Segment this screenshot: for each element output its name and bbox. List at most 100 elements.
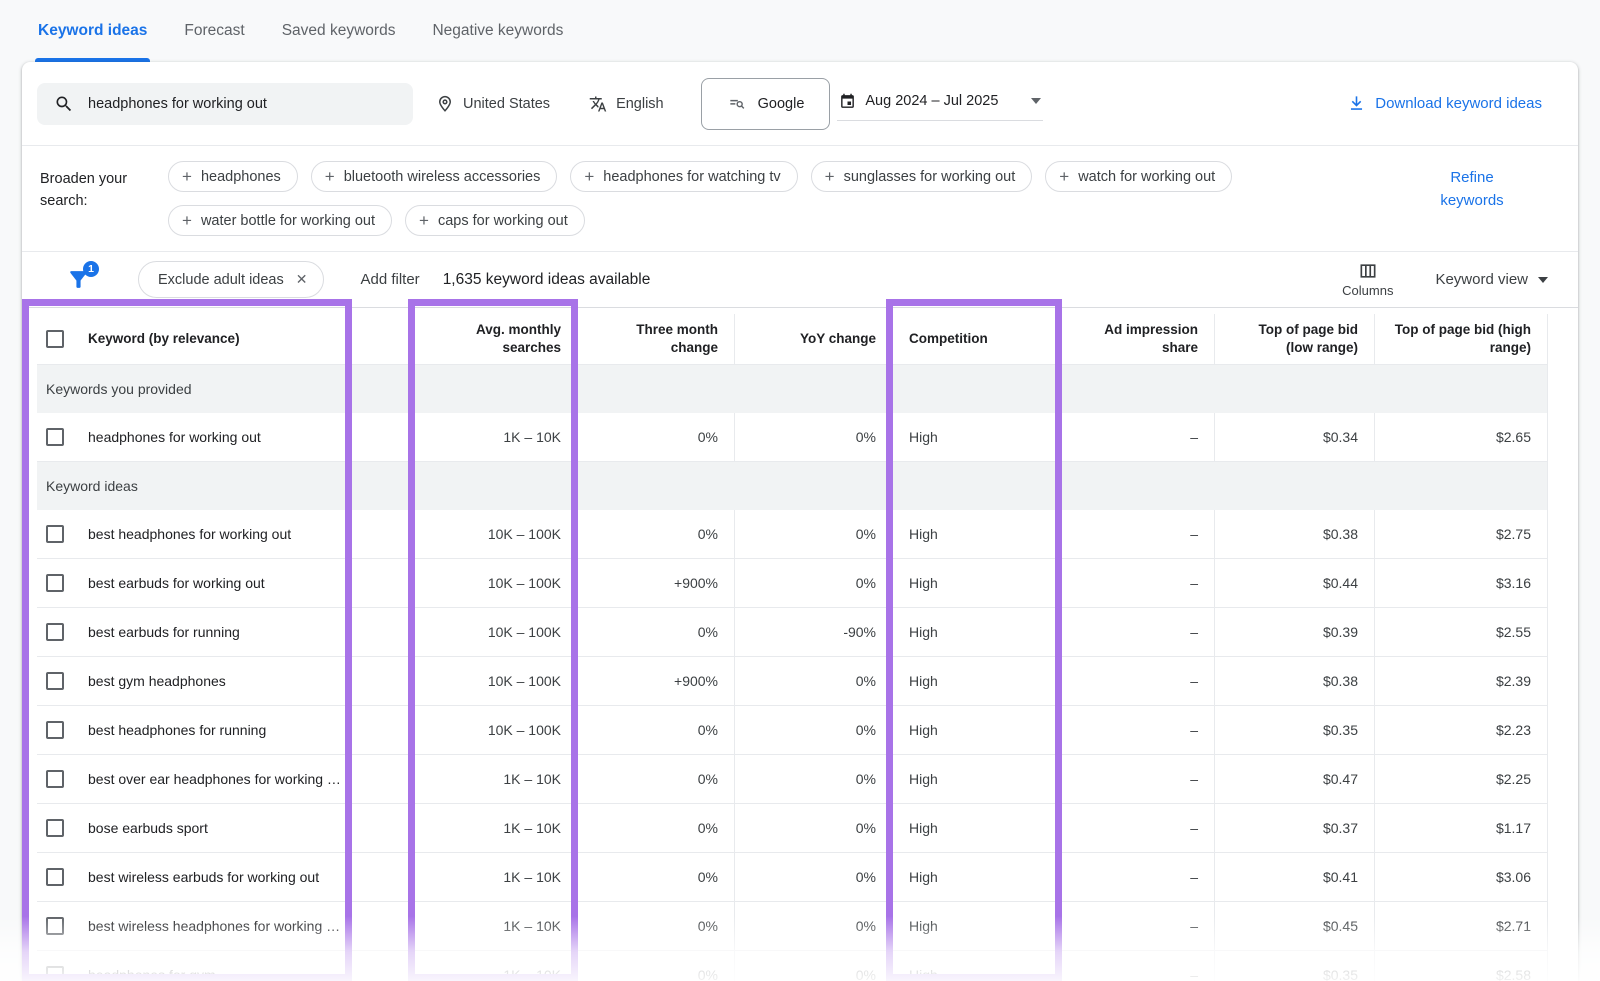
add-filter-button[interactable]: Add filter (360, 271, 419, 288)
cell-value: 0% (856, 869, 876, 885)
row-checkbox[interactable] (46, 721, 64, 739)
filter-bar: 1 Exclude adult ideas ✕ Add filter 1,635… (22, 252, 1578, 308)
table-row[interactable]: headphones for working out1K – 10K0%0%Hi… (37, 413, 1548, 462)
broaden-chip[interactable]: +headphones (168, 161, 298, 192)
network-selector[interactable]: Google (701, 78, 831, 130)
row-checkbox[interactable] (46, 819, 64, 837)
cell-value: – (1190, 526, 1198, 542)
section-row: Keyword ideas (37, 462, 1548, 510)
table-row[interactable]: best headphones for working out10K – 100… (37, 510, 1548, 559)
header-spacer (347, 314, 410, 364)
ad-impression-share-cell: – (1060, 804, 1215, 852)
section-row: Keywords you provided (37, 365, 1548, 413)
cell-value: – (1190, 771, 1198, 787)
table-row[interactable]: bose earbuds sport1K – 10K0%0%High–$0.37… (37, 804, 1548, 853)
cell-value: 1K – 10K (503, 967, 561, 981)
ad-impression-share-cell: – (1060, 853, 1215, 901)
remove-filter-icon[interactable]: ✕ (296, 271, 308, 288)
view-selector[interactable]: Keyword view (1435, 271, 1548, 288)
three-month-change-cell: 0% (578, 706, 735, 754)
language-selector[interactable]: English (589, 95, 664, 113)
tab-keyword-ideas[interactable]: Keyword ideas (38, 0, 147, 62)
broaden-chip[interactable]: +headphones for watching tv (570, 161, 797, 192)
cell-value: 0% (698, 429, 718, 445)
cell-value: 10K – 100K (488, 722, 561, 738)
row-checkbox[interactable] (46, 966, 64, 981)
header-ad-impression-share[interactable]: Ad impression share (1060, 314, 1215, 364)
keyword-text: best headphones for running (88, 722, 266, 738)
table-row[interactable]: best gym headphones10K – 100K+900%0%High… (37, 657, 1548, 706)
location-selector[interactable]: United States (436, 95, 550, 113)
cell-value: 10K – 100K (488, 673, 561, 689)
row-checkbox[interactable] (46, 428, 64, 446)
plus-icon: + (182, 212, 192, 229)
cell-value: 0% (856, 526, 876, 542)
avg-monthly-searches-cell: 10K – 100K (410, 706, 578, 754)
cell-value: $0.37 (1323, 820, 1358, 836)
table-row[interactable]: best wireless headphones for working …1K… (37, 902, 1548, 951)
keyword-cell: best headphones for running (37, 706, 347, 754)
filter-count-badge: 1 (83, 261, 99, 277)
competition-cell: High (893, 413, 1060, 461)
keyword-planner-page: Keyword ideas Forecast Saved keywords Negat… (0, 0, 1600, 981)
cell-value: 0% (856, 918, 876, 934)
broaden-chip[interactable]: +bluetooth wireless accessories (311, 161, 558, 192)
tab-forecast[interactable]: Forecast (184, 0, 244, 62)
header-top-of-page-bid-low[interactable]: Top of page bid (low range) (1215, 314, 1375, 364)
row-checkbox[interactable] (46, 574, 64, 592)
cell-value: 10K – 100K (488, 575, 561, 591)
row-checkbox[interactable] (46, 672, 64, 690)
header-label: Ad impression share (1076, 321, 1198, 356)
header-competition[interactable]: Competition (893, 314, 1060, 364)
header-keyword[interactable]: Keyword (by relevance) (37, 314, 347, 364)
header-yoy-change[interactable]: YoY change (735, 314, 893, 364)
select-all-checkbox[interactable] (46, 330, 64, 348)
refine-keywords-link[interactable]: Refine keywords (1424, 166, 1520, 213)
tab-negative-keywords[interactable]: Negative keywords (432, 0, 563, 62)
header-label: Competition (909, 330, 988, 348)
broaden-chip[interactable]: +water bottle for working out (168, 205, 392, 236)
tab-saved-keywords[interactable]: Saved keywords (282, 0, 396, 62)
table-row[interactable]: best headphones for running10K – 100K0%0… (37, 706, 1548, 755)
broaden-chip[interactable]: +caps for working out (405, 205, 585, 236)
three-month-change-cell: +900% (578, 559, 735, 607)
top-of-page-bid-low-cell: $0.35 (1215, 706, 1375, 754)
broaden-chip[interactable]: +watch for working out (1045, 161, 1232, 192)
table-row[interactable]: best wireless earbuds for working out1K … (37, 853, 1548, 902)
header-top-of-page-bid-high[interactable]: Top of page bid (high range) (1375, 314, 1548, 364)
date-range-selector[interactable]: Aug 2024 – Jul 2025 (837, 87, 1043, 121)
table-row[interactable]: headphones for gym1K – 10K0%0%High–$0.35… (37, 951, 1548, 981)
three-month-change-cell: 0% (578, 755, 735, 803)
row-checkbox[interactable] (46, 623, 64, 641)
competition-cell: High (893, 608, 1060, 656)
keyword-text: bose earbuds sport (88, 820, 208, 836)
header-avg-monthly-searches[interactable]: Avg. monthly searches (410, 314, 578, 364)
row-checkbox[interactable] (46, 868, 64, 886)
columns-button[interactable]: Columns (1342, 261, 1393, 298)
competition-cell: High (893, 951, 1060, 981)
cell-value: 0% (698, 918, 718, 934)
row-checkbox[interactable] (46, 917, 64, 935)
row-checkbox[interactable] (46, 770, 64, 788)
download-keyword-ideas-button[interactable]: Download keyword ideas (1347, 94, 1542, 113)
cell-value: +900% (674, 575, 718, 591)
cell-value: High (909, 624, 938, 640)
table-row[interactable]: best earbuds for running10K – 100K0%-90%… (37, 608, 1548, 657)
tab-bar: Keyword ideas Forecast Saved keywords Negat… (0, 0, 1600, 62)
table-row[interactable]: best earbuds for working out10K – 100K+9… (37, 559, 1548, 608)
keyword-search-input[interactable]: headphones for working out (37, 83, 413, 125)
active-filter-chip[interactable]: Exclude adult ideas ✕ (138, 261, 324, 298)
broaden-chip[interactable]: +sunglasses for working out (811, 161, 1033, 192)
ad-impression-share-cell: – (1060, 902, 1215, 950)
three-month-change-cell: 0% (578, 853, 735, 901)
cell-value: High (909, 820, 938, 836)
top-of-page-bid-high-cell: $3.16 (1375, 559, 1548, 607)
three-month-change-cell: 0% (578, 804, 735, 852)
search-icon (54, 94, 74, 114)
row-checkbox[interactable] (46, 525, 64, 543)
table-row[interactable]: best over ear headphones for working …1K… (37, 755, 1548, 804)
filter-button[interactable]: 1 (66, 267, 92, 293)
header-three-month-change[interactable]: Three month change (578, 314, 735, 364)
cell-value: $0.34 (1323, 429, 1358, 445)
cell-value: 0% (698, 526, 718, 542)
